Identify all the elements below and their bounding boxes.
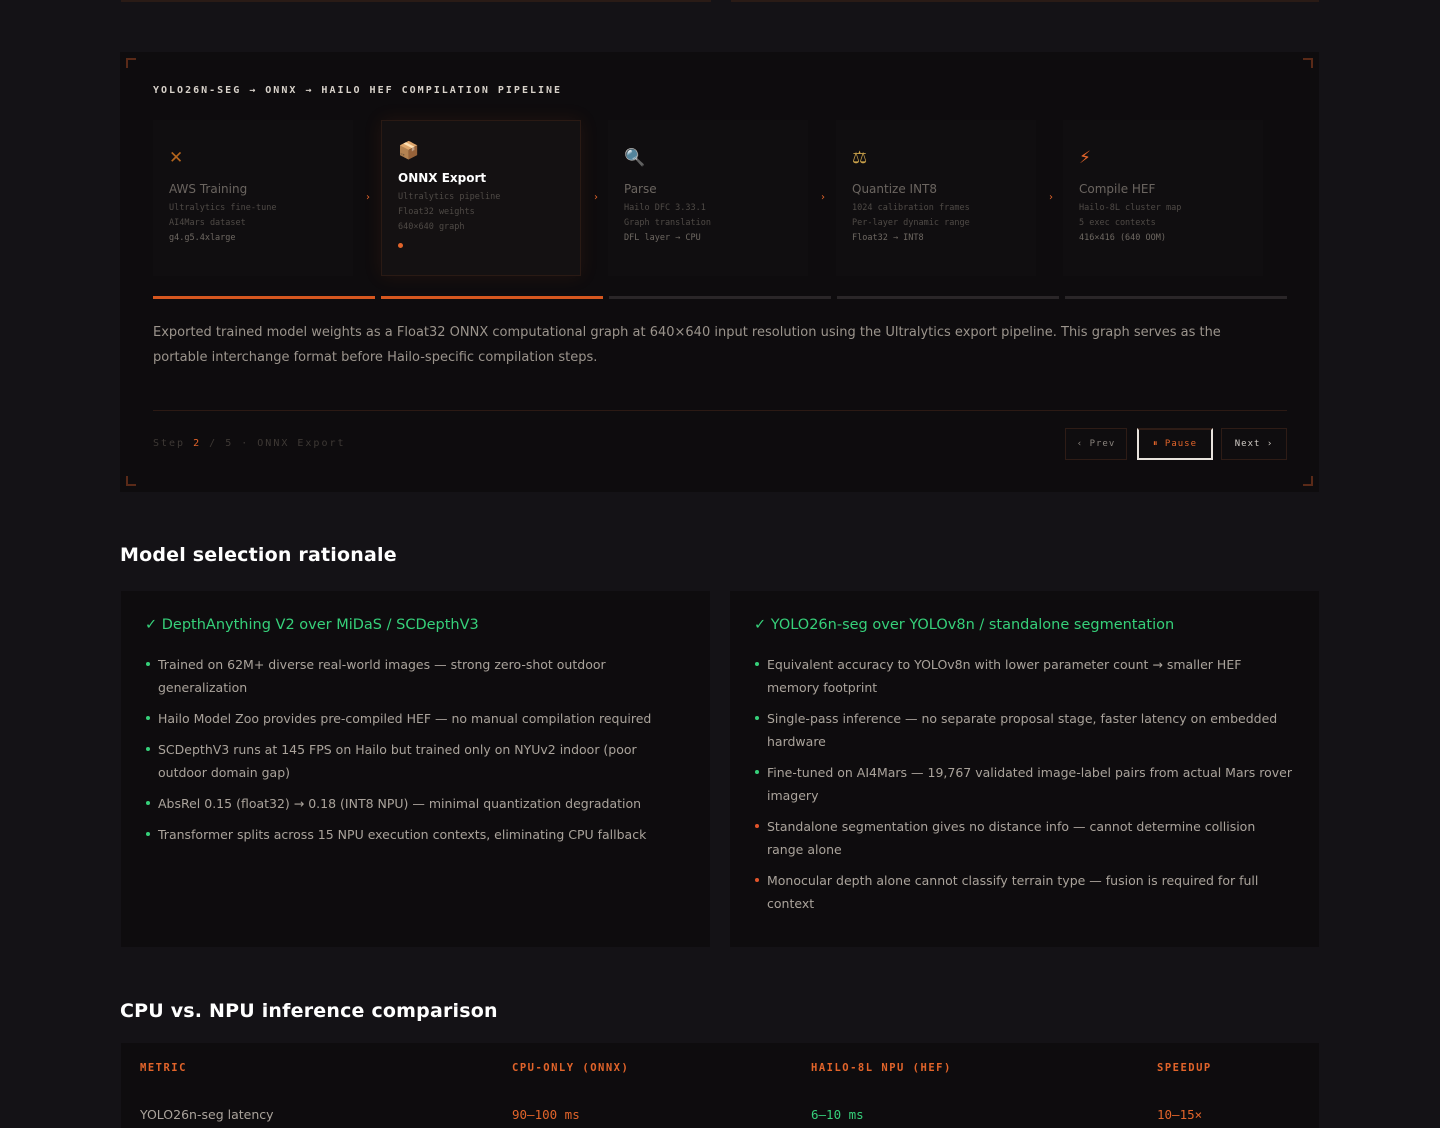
step-detail-line: Hailo DFC 3.33.1 <box>624 203 706 213</box>
step-name: AWS Training <box>169 182 248 196</box>
pipeline-step[interactable]: ⚖ Quantize INT8 1024 calibration frames Per… <box>836 120 1036 276</box>
divider <box>153 410 1287 411</box>
pipeline-panel: YOLO26N-SEG → ONNX → HAILO HEF COMPILATI… <box>120 52 1319 492</box>
chevron-right-icon: › <box>821 192 825 203</box>
progress-segment <box>609 296 831 299</box>
model-card-depth: ✓ DepthAnything V2 over MiDaS / SCDepthV… <box>121 591 710 947</box>
step-details: Hailo DFC 3.33.1 Graph translation DFL lay… <box>624 201 792 246</box>
corner-bracket <box>126 476 136 486</box>
list-item: Equivalent accuracy to YOLOv8n with lowe… <box>754 653 1295 699</box>
step-detail-line: 5 exec contexts <box>1079 218 1156 228</box>
step-status: Step 2 / 5 · ONNX Export <box>153 438 346 449</box>
list-item: Trained on 62M+ diverse real-world image… <box>145 653 686 699</box>
step-detail-line: Per-layer dynamic range <box>852 218 970 228</box>
chevron-right-icon: › <box>366 192 370 203</box>
step-name: Parse <box>624 182 657 196</box>
step-detail-line: Hailo-8L cluster map <box>1079 203 1182 213</box>
corner-bracket <box>1303 58 1313 68</box>
step-detail-line: 640×640 graph <box>398 222 465 232</box>
magnifier-icon: 🔍 <box>624 148 646 168</box>
list-item: AbsRel 0.15 (float32) → 0.18 (INT8 NPU) … <box>145 792 686 815</box>
list-item: Fine-tuned on AI4Mars — 19,767 validated… <box>754 761 1295 807</box>
step-name: Quantize INT8 <box>852 182 938 196</box>
step-detail-line: g4.g5.4xlarge <box>169 233 236 243</box>
pipeline-steps: ✕ AWS Training Ultralytics fine-tune AI4Mar… <box>153 120 1287 300</box>
next-button[interactable]: Next › <box>1221 428 1287 460</box>
progress-segment <box>1065 296 1287 299</box>
comparison-heading: CPU vs. NPU inference comparison <box>120 1000 498 1022</box>
corner-bracket <box>126 58 136 68</box>
step-status-current: 2 <box>193 438 202 449</box>
column-header-speedup: SPEEDUP <box>1157 1062 1212 1074</box>
table-cell-cpu: 90–100 ms <box>512 1107 580 1122</box>
card-title: ✓ DepthAnything V2 over MiDaS / SCDepthV… <box>145 617 479 633</box>
pipeline-step[interactable]: ✕ AWS Training Ultralytics fine-tune AI4Mar… <box>153 120 353 276</box>
model-card-yolo: ✓ YOLO26n-seg over YOLOv8n / standalone … <box>730 591 1319 947</box>
step-detail-line: 416×416 (640 OOM) <box>1079 233 1166 243</box>
progress-segment <box>381 296 603 299</box>
package-icon: 📦 <box>398 141 420 161</box>
step-detail-line: AI4Mars dataset <box>169 218 246 228</box>
list-item: Monocular depth alone cannot classify te… <box>754 869 1295 915</box>
chevron-right-icon: › <box>1049 192 1053 203</box>
pipeline-title: YOLO26N-SEG → ONNX → HAILO HEF COMPILATI… <box>153 85 563 96</box>
step-detail-line: Ultralytics fine-tune <box>169 203 277 213</box>
rationale-list: Equivalent accuracy to YOLOv8n with lowe… <box>754 653 1295 915</box>
scale-icon: ⚖ <box>852 148 868 168</box>
progress-segment <box>837 296 1059 299</box>
pipeline-step[interactable]: 📦 ONNX Export Ultralytics pipeline Float32 … <box>381 120 581 276</box>
step-name: Compile HEF <box>1079 182 1156 196</box>
pause-button[interactable]: ⏸ Pause <box>1137 428 1213 460</box>
comparison-table: METRIC CPU-ONLY (ONNX) HAILO-8L NPU (HEF… <box>121 1043 1319 1128</box>
pipeline-step[interactable]: 🔍 Parse Hailo DFC 3.33.1 Graph translation D… <box>608 120 808 276</box>
step-detail-line: Float32 → INT8 <box>852 233 924 243</box>
top-divider-right <box>731 0 1319 2</box>
prev-button[interactable]: ‹ Prev <box>1065 428 1127 460</box>
table-cell-speedup: 10–15× <box>1157 1107 1203 1122</box>
list-item: Transformer splits across 15 NPU executi… <box>145 823 686 846</box>
step-detail-line: Graph translation <box>624 218 711 228</box>
chevron-right-icon: › <box>594 192 598 203</box>
list-item: Hailo Model Zoo provides pre-compiled HE… <box>145 707 686 730</box>
column-header-metric: METRIC <box>140 1062 187 1074</box>
step-details: Hailo-8L cluster map 5 exec contexts 416×4… <box>1079 201 1247 246</box>
column-header-npu: HAILO-8L NPU (HEF) <box>811 1062 952 1074</box>
progress-segment <box>153 296 375 299</box>
top-divider-left <box>121 0 711 2</box>
rationale-list: Trained on 62M+ diverse real-world image… <box>145 653 686 846</box>
list-item: Standalone segmentation gives no distanc… <box>754 815 1295 861</box>
corner-bracket <box>1303 476 1313 486</box>
list-item: SCDepthV3 runs at 145 FPS on Hailo but t… <box>145 738 686 784</box>
column-header-cpu: CPU-ONLY (ONNX) <box>512 1062 630 1074</box>
step-status-suffix: / 5 · ONNX Export <box>201 438 346 449</box>
step-status-prefix: Step <box>153 438 194 449</box>
step-details: Ultralytics pipeline Float32 weights 640×6… <box>398 190 564 235</box>
drone-icon: ✕ <box>169 148 184 168</box>
pipeline-step[interactable]: ⚡ Compile HEF Hailo-8L cluster map 5 exec c… <box>1063 120 1263 276</box>
step-detail-line: 1024 calibration frames <box>852 203 970 213</box>
step-description: Exported trained model weights as a Floa… <box>153 325 1221 365</box>
step-details: Ultralytics fine-tune AI4Mars dataset g4.g… <box>169 201 337 246</box>
step-details: 1024 calibration frames Per-layer dynamic… <box>852 201 1020 246</box>
table-cell-npu: 6–10 ms <box>811 1107 864 1122</box>
step-name: ONNX Export <box>398 171 487 185</box>
card-title: ✓ YOLO26n-seg over YOLOv8n / standalone … <box>754 617 1175 633</box>
active-step-dot <box>398 243 403 248</box>
lightning-icon: ⚡ <box>1079 148 1091 168</box>
step-detail-line: DFL layer → CPU <box>624 233 701 243</box>
model-selection-heading: Model selection rationale <box>120 544 397 566</box>
step-detail-line: Ultralytics pipeline <box>398 192 501 202</box>
step-detail-line: Float32 weights <box>398 207 475 217</box>
list-item: Single-pass inference — no separate prop… <box>754 707 1295 753</box>
table-cell-metric: YOLO26n-seg latency <box>140 1107 274 1122</box>
